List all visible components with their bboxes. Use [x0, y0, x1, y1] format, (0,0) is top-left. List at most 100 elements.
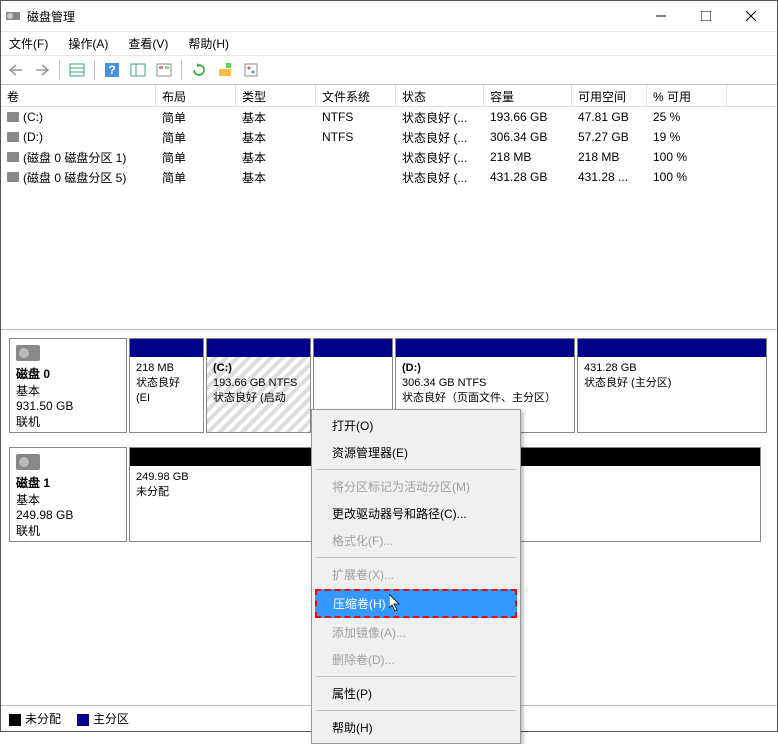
cell: 193.66 GB — [484, 107, 572, 127]
minimize-button[interactable] — [638, 1, 683, 31]
partition-body: 431.28 GB状态良好 (主分区) — [578, 357, 766, 432]
col-fs[interactable]: 文件系统 — [316, 85, 396, 106]
cell: 306.34 GB — [484, 127, 572, 147]
cell: 简单 — [156, 127, 236, 147]
cell: 57.27 GB — [572, 127, 647, 147]
toolbar-separator — [59, 60, 60, 80]
menubar: 文件(F) 操作(A) 查看(V) 帮助(H) — [1, 31, 777, 55]
view-list-icon[interactable] — [66, 59, 88, 81]
cell: 简单 — [156, 167, 236, 187]
cm-delete: 删除卷(D)... — [314, 646, 518, 673]
svg-text:?: ? — [108, 63, 115, 77]
toolbar-separator — [94, 60, 95, 80]
toolbar: ? — [1, 55, 777, 85]
partition-body: 218 MB状态良好 (EI — [130, 357, 203, 432]
cm-mirror: 添加镜像(A)... — [314, 619, 518, 646]
cell: (C:) — [1, 107, 156, 127]
menu-help[interactable]: 帮助(H) — [184, 33, 233, 54]
list-row[interactable]: (C:)简单基本NTFS状态良好 (...193.66 GB47.81 GB25… — [1, 107, 777, 127]
cell: 218 MB — [572, 147, 647, 167]
cell: 19 % — [647, 127, 727, 147]
cm-open[interactable]: 打开(O) — [314, 412, 518, 439]
col-status[interactable]: 状态 — [396, 85, 484, 106]
rescan-icon[interactable] — [214, 59, 236, 81]
view-graphical-icon[interactable] — [127, 59, 149, 81]
disk-label[interactable]: 磁盘 1基本249.98 GB联机 — [9, 447, 127, 542]
volume-list[interactable]: 卷 布局 类型 文件系统 状态 容量 可用空间 % 可用 (C:)简单基本NTF… — [1, 85, 777, 330]
window-title: 磁盘管理 — [27, 8, 638, 25]
cm-shrink[interactable]: 压缩卷(H) — [315, 589, 517, 618]
titlebar: 磁盘管理 — [1, 1, 777, 31]
cell: (D:) — [1, 127, 156, 147]
cm-separator — [316, 676, 516, 677]
partition-header — [396, 339, 574, 357]
menu-file[interactable]: 文件(F) — [5, 33, 52, 54]
cm-help[interactable]: 帮助(H) — [314, 714, 518, 741]
cm-changeletter[interactable]: 更改驱动器号和路径(C)... — [314, 500, 518, 527]
legend-primary: 主分区 — [77, 710, 129, 727]
settings-icon[interactable] — [153, 59, 175, 81]
partition-body: (C:)193.66 GB NTFS状态良好 (启动 — [207, 357, 310, 432]
cell: 基本 — [236, 107, 316, 127]
cell: (磁盘 0 磁盘分区 5) — [1, 167, 156, 187]
toolbar-separator — [181, 60, 182, 80]
cell: 状态良好 (... — [396, 127, 484, 147]
cell: 25 % — [647, 107, 727, 127]
cell: 状态良好 (... — [396, 107, 484, 127]
cell: (磁盘 0 磁盘分区 1) — [1, 147, 156, 167]
cm-separator — [316, 710, 516, 711]
disk-label[interactable]: 磁盘 0基本931.50 GB联机 — [9, 338, 127, 433]
volume-icon — [7, 152, 19, 162]
col-type[interactable]: 类型 — [236, 85, 316, 106]
properties-icon[interactable] — [240, 59, 262, 81]
context-menu: 打开(O) 资源管理器(E) 将分区标记为活动分区(M) 更改驱动器号和路径(C… — [311, 409, 521, 744]
cell: 100 % — [647, 147, 727, 167]
cm-separator — [316, 557, 516, 558]
list-row[interactable]: (D:)简单基本NTFS状态良好 (...306.34 GB57.27 GB19… — [1, 127, 777, 147]
partition[interactable]: (C:)193.66 GB NTFS状态良好 (启动 — [206, 338, 311, 433]
app-icon — [5, 8, 21, 24]
cm-separator — [316, 469, 516, 470]
cell: 状态良好 (... — [396, 167, 484, 187]
cell — [316, 147, 396, 167]
cell — [316, 167, 396, 187]
volume-icon — [7, 132, 19, 142]
cell: NTFS — [316, 127, 396, 147]
col-pct[interactable]: % 可用 — [647, 85, 727, 106]
cm-format: 格式化(F)... — [314, 527, 518, 554]
cell: 状态良好 (... — [396, 147, 484, 167]
cell: NTFS — [316, 107, 396, 127]
partition[interactable]: 431.28 GB状态良好 (主分区) — [577, 338, 767, 433]
partition-header — [207, 339, 310, 357]
maximize-button[interactable] — [683, 1, 728, 31]
cell: 47.81 GB — [572, 107, 647, 127]
col-volume[interactable]: 卷 — [1, 85, 156, 106]
cell: 简单 — [156, 147, 236, 167]
cell: 基本 — [236, 147, 316, 167]
cell: 基本 — [236, 127, 316, 147]
col-capacity[interactable]: 容量 — [484, 85, 572, 106]
cm-markactive: 将分区标记为活动分区(M) — [314, 473, 518, 500]
refresh-icon[interactable] — [188, 59, 210, 81]
menu-view[interactable]: 查看(V) — [124, 33, 172, 54]
cm-props[interactable]: 属性(P) — [314, 680, 518, 707]
close-button[interactable] — [728, 1, 773, 31]
disk-icon — [16, 454, 40, 470]
partition-header — [578, 339, 766, 357]
help-icon[interactable]: ? — [101, 59, 123, 81]
cm-explorer[interactable]: 资源管理器(E) — [314, 439, 518, 466]
cell: 基本 — [236, 167, 316, 187]
list-row[interactable]: (磁盘 0 磁盘分区 1)简单基本状态良好 (...218 MB218 MB10… — [1, 147, 777, 167]
cell: 218 MB — [484, 147, 572, 167]
col-free[interactable]: 可用空间 — [572, 85, 647, 106]
col-layout[interactable]: 布局 — [156, 85, 236, 106]
partition[interactable]: 218 MB状态良好 (EI — [129, 338, 204, 433]
partition-header — [130, 339, 203, 357]
volume-icon — [7, 112, 19, 122]
menu-action[interactable]: 操作(A) — [64, 33, 112, 54]
legend-unalloc: 未分配 — [9, 710, 61, 727]
list-row[interactable]: (磁盘 0 磁盘分区 5)简单基本状态良好 (...431.28 GB431.2… — [1, 167, 777, 187]
partition-header — [314, 339, 392, 357]
disk-icon — [16, 345, 40, 361]
cell: 431.28 ... — [572, 167, 647, 187]
